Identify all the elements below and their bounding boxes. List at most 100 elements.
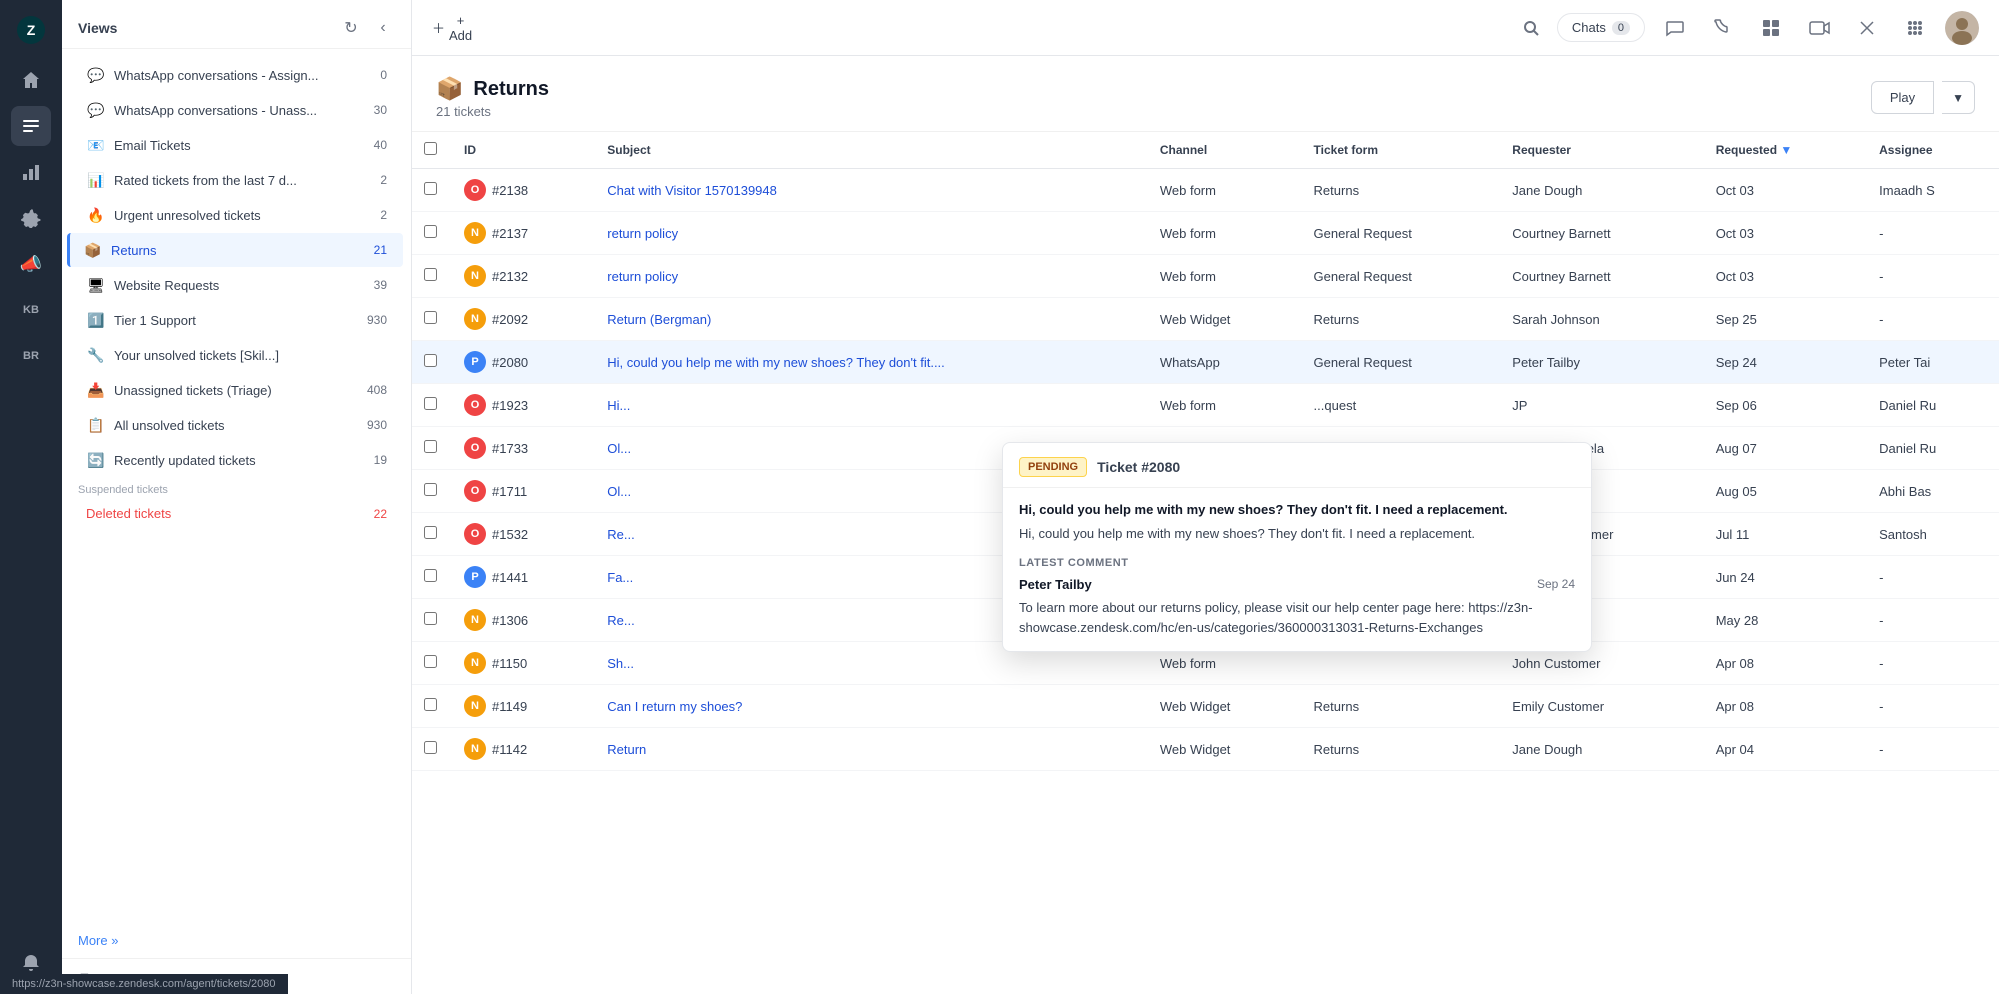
play-button[interactable]: Play — [1871, 81, 1934, 114]
chats-button[interactable]: Chats 0 — [1557, 13, 1645, 42]
user-avatar[interactable] — [1945, 11, 1979, 45]
megaphone-nav-icon[interactable]: 📣 — [11, 244, 51, 284]
phone-icon-button[interactable] — [1705, 10, 1741, 46]
row-checkbox-6[interactable] — [424, 440, 437, 453]
tickets-nav-icon[interactable] — [11, 106, 51, 146]
sidebar-item-2[interactable]: 📧 Email Tickets 40 — [70, 128, 403, 162]
home-nav-icon[interactable] — [11, 60, 51, 100]
row-subject-3[interactable]: Return (Bergman) — [595, 298, 1148, 341]
row-checkbox-8[interactable] — [424, 526, 437, 539]
row-checkbox-cell-1[interactable] — [412, 212, 452, 255]
kb-nav-icon[interactable]: KB — [11, 290, 51, 330]
row-checkbox-cell-8[interactable] — [412, 513, 452, 556]
row-checkbox-5[interactable] — [424, 397, 437, 410]
row-subject-2[interactable]: return policy — [595, 255, 1148, 298]
add-label: + Add — [449, 13, 472, 43]
row-checkbox-0[interactable] — [424, 182, 437, 195]
row-checkbox-cell-10[interactable] — [412, 599, 452, 642]
sidebar-item-count-11: 19 — [374, 453, 387, 467]
row-checkbox-cell-3[interactable] — [412, 298, 452, 341]
row-checkbox-11[interactable] — [424, 655, 437, 668]
row-checkbox-2[interactable] — [424, 268, 437, 281]
content-header-actions: Play ▼ — [1871, 81, 1975, 114]
row-checkbox-cell-5[interactable] — [412, 384, 452, 427]
row-checkbox-cell-11[interactable] — [412, 642, 452, 685]
sidebar-item-6[interactable]: 🖥 Website Requests 39 — [70, 268, 403, 302]
analytics-nav-icon[interactable] — [11, 152, 51, 192]
row-checkbox-cell-7[interactable] — [412, 470, 452, 513]
apps-icon-button[interactable] — [1897, 10, 1933, 46]
video-icon-button[interactable] — [1801, 10, 1837, 46]
row-channel-0: Web form — [1148, 169, 1302, 212]
play-dropdown-button[interactable]: ▼ — [1942, 81, 1975, 114]
row-checkbox-1[interactable] — [424, 225, 437, 238]
sidebar-item-11[interactable]: 🔄 Recently updated tickets 19 — [70, 443, 403, 477]
main-area: ＋ + Add Chats 0 — [412, 0, 1999, 994]
x-icon-button[interactable] — [1849, 10, 1885, 46]
sidebar-item-9[interactable]: 📥 Unassigned tickets (Triage) 408 — [70, 373, 403, 407]
sidebar-item-label-5: Returns — [111, 243, 366, 258]
row-checkbox-7[interactable] — [424, 483, 437, 496]
settings-nav-icon[interactable] — [11, 198, 51, 238]
chat-icon-button[interactable] — [1657, 10, 1693, 46]
row-checkbox-12[interactable] — [424, 698, 437, 711]
row-assignee-1: - — [1867, 212, 1999, 255]
col-channel[interactable]: Channel — [1148, 132, 1302, 169]
row-subject-4[interactable]: Hi, could you help me with my new shoes?… — [595, 341, 1148, 384]
sidebar-item-1[interactable]: 💬 WhatsApp conversations - Unass... 30 — [70, 93, 403, 127]
sidebar-refresh-icon[interactable]: ↻ — [339, 16, 363, 40]
add-button[interactable]: ＋ + Add — [432, 8, 472, 48]
sidebar-item-5[interactable]: 📦 Returns 21 — [67, 233, 403, 267]
row-requested-8: Jul 11 — [1704, 513, 1867, 556]
row-checkbox-cell-0[interactable] — [412, 169, 452, 212]
br-nav-icon[interactable]: BR — [11, 336, 51, 376]
row-checkbox-cell-2[interactable] — [412, 255, 452, 298]
col-subject[interactable]: Subject — [595, 132, 1148, 169]
row-checkbox-cell-12[interactable] — [412, 685, 452, 728]
col-ticket-form[interactable]: Ticket form — [1302, 132, 1501, 169]
sidebar-item-4[interactable]: 🔥 Urgent unresolved tickets 2 — [70, 198, 403, 232]
sidebar-item-8[interactable]: 🔧 Your unsolved tickets [Skil...] — [70, 338, 403, 372]
popover-header: PENDING Ticket #2080 — [1003, 443, 1591, 488]
search-button[interactable] — [1517, 14, 1545, 42]
row-checkbox-4[interactable] — [424, 354, 437, 367]
sidebar-item-deleted[interactable]: Deleted tickets22 — [70, 499, 403, 528]
row-checkbox-cell-6[interactable] — [412, 427, 452, 470]
select-all-header[interactable] — [412, 132, 452, 169]
row-id-9: P #1441 — [452, 556, 595, 599]
add-icon: ＋ — [432, 18, 445, 37]
sidebar-item-count-0: 0 — [380, 68, 387, 82]
sidebar-item-3[interactable]: 📊 Rated tickets from the last 7 d... 2 — [70, 163, 403, 197]
row-subject-12[interactable]: Can I return my shoes? — [595, 685, 1148, 728]
row-checkbox-cell-13[interactable] — [412, 728, 452, 771]
row-subject-0[interactable]: Chat with Visitor 1570139948 — [595, 169, 1148, 212]
sidebar-item-0[interactable]: 💬 WhatsApp conversations - Assign... 0 — [70, 58, 403, 92]
table-row: N #2092 Return (Bergman) Web Widget Retu… — [412, 298, 1999, 341]
row-subject-13[interactable]: Return — [595, 728, 1148, 771]
status-icon-11: N — [464, 652, 486, 674]
row-subject-1[interactable]: return policy — [595, 212, 1148, 255]
col-id[interactable]: ID — [452, 132, 595, 169]
select-all-checkbox[interactable] — [424, 142, 437, 155]
row-checkbox-3[interactable] — [424, 311, 437, 324]
row-assignee-6: Daniel Ru — [1867, 427, 1999, 470]
row-checkbox-cell-9[interactable] — [412, 556, 452, 599]
row-id-2: N #2132 — [452, 255, 595, 298]
row-subject-5[interactable]: Hi... — [595, 384, 1148, 427]
row-checkbox-9[interactable] — [424, 569, 437, 582]
sidebar-item-icon-9: 📥 — [86, 380, 106, 400]
col-assignee[interactable]: Assignee — [1867, 132, 1999, 169]
row-checkbox-cell-4[interactable] — [412, 341, 452, 384]
row-requester-2: Courtney Barnett — [1500, 255, 1703, 298]
row-checkbox-10[interactable] — [424, 612, 437, 625]
sidebar-collapse-icon[interactable]: ‹ — [371, 16, 395, 40]
col-requester[interactable]: Requester — [1500, 132, 1703, 169]
grid-icon-button[interactable] — [1753, 10, 1789, 46]
sidebar-item-7[interactable]: 1️⃣ Tier 1 Support 930 — [70, 303, 403, 337]
sidebar-item-count-10: 930 — [367, 418, 387, 432]
col-requested[interactable]: Requested ▼ — [1704, 132, 1867, 169]
sidebar-item-10[interactable]: 📋 All unsolved tickets 930 — [70, 408, 403, 442]
sidebar-more[interactable]: More » — [62, 923, 411, 958]
row-requested-4: Sep 24 — [1704, 341, 1867, 384]
row-checkbox-13[interactable] — [424, 741, 437, 754]
